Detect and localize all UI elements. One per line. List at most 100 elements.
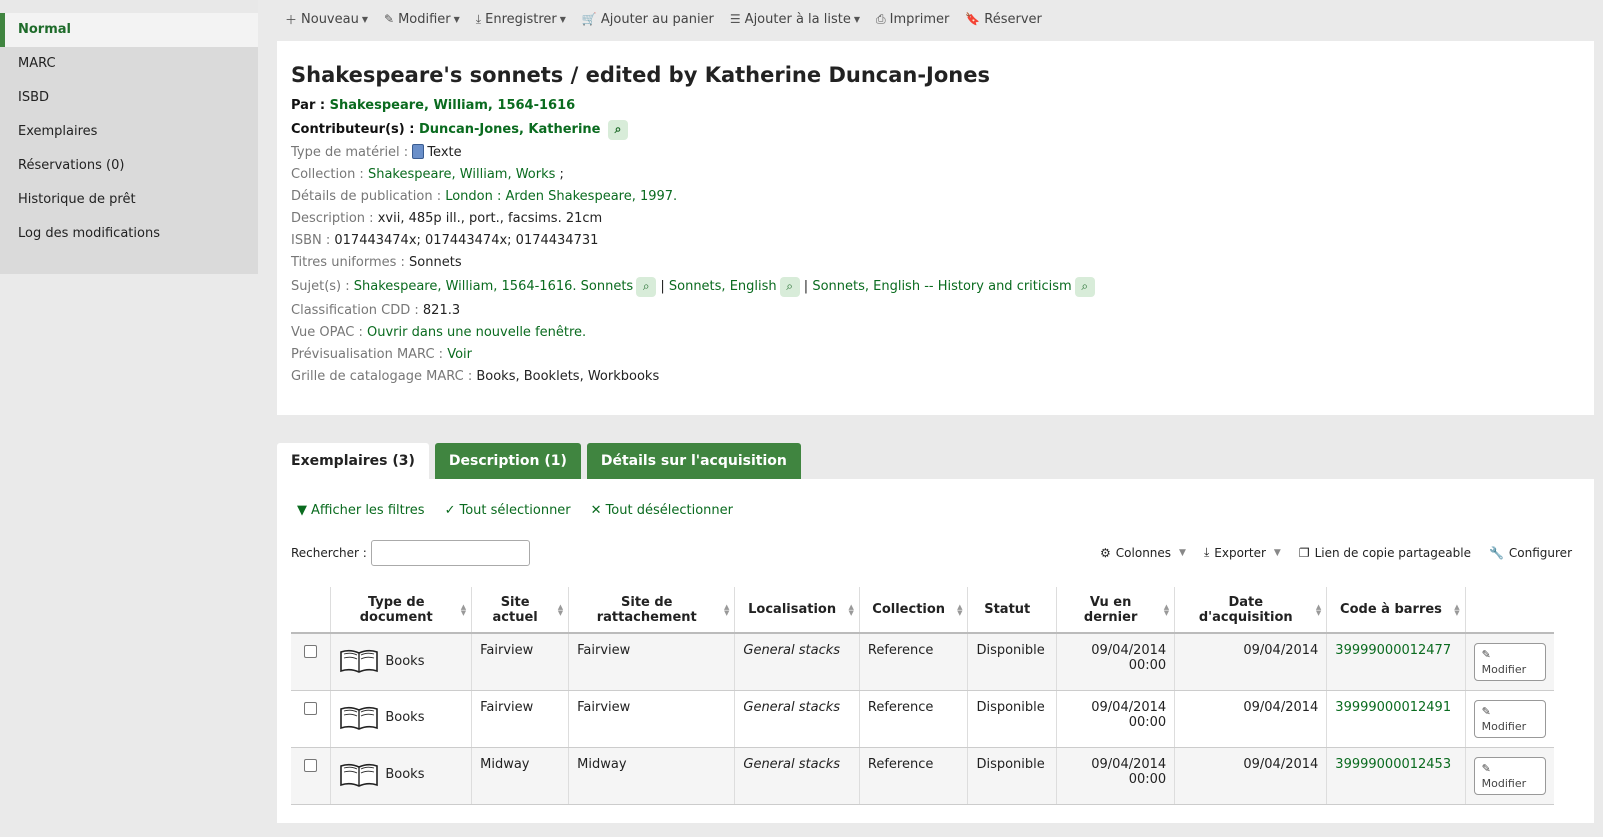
sidebar-item-exemplaires[interactable]: Exemplaires <box>0 115 258 149</box>
subject-link[interactable]: Shakespeare, William, 1564-1616. Sonnets <box>354 279 633 294</box>
items-panel: ▼ Afficher les filtres ✓ Tout sélectionner… <box>277 479 1594 823</box>
edit-label: Modifier <box>1481 776 1527 790</box>
itype-label: Books <box>385 653 425 669</box>
printer-icon: ⎙ <box>876 11 886 26</box>
header-checkbox <box>291 587 331 634</box>
row-checkbox[interactable] <box>304 701 318 715</box>
itype: Books <box>339 648 463 674</box>
columns-button[interactable]: ⚙ Colonnes ▼ <box>1100 545 1186 560</box>
publication-link[interactable]: London : Arden Shakespeare, 1997. <box>445 189 677 204</box>
status-cell: Disponible <box>967 747 1057 805</box>
sidebar-item-marc[interactable]: MARC <box>0 47 258 81</box>
enregistrer-button[interactable]: ⤓ Enregistrer ▼ <box>468 0 574 38</box>
configure-button[interactable]: 🔧 Configurer <box>1489 545 1572 560</box>
edit-item-button[interactable]: ✎ Modifier <box>1473 699 1546 738</box>
header-last-seen[interactable]: Vu en dernier ▲ ▼ <box>1056 587 1175 634</box>
publication-line: Détails de publication : London : Arden … <box>291 186 1580 208</box>
nouveau-button[interactable]: ＋ Nouveau ▼ <box>277 0 376 38</box>
last-seen-date: 09/04/2014 <box>1091 643 1167 658</box>
reserver-button[interactable]: 🔖 Réserver <box>957 0 1050 38</box>
material-type-label: Type de matériel : <box>291 145 409 160</box>
copy-icon: ❐ <box>1298 545 1310 560</box>
contributor-link[interactable]: Duncan-Jones, Katherine <box>419 122 601 137</box>
sidebar-item-log[interactable]: Log des modifications <box>0 217 258 251</box>
sidebar-item-isbd[interactable]: ISBD <box>0 81 258 115</box>
cart-icon: 🛒 <box>581 12 597 26</box>
tab-exemplaires[interactable]: Exemplaires (3) <box>277 443 429 479</box>
sidebar-item-reservations[interactable]: Réservations (0) <box>0 149 258 183</box>
barcode-link[interactable]: 39999000012491 <box>1335 700 1451 715</box>
header-itype[interactable]: Type de document ▲ ▼ <box>330 587 472 634</box>
opac-link[interactable]: Ouvrir dans une nouvelle fenêtre. <box>367 325 586 340</box>
edit-item-button[interactable]: ✎ Modifier <box>1473 756 1546 795</box>
search-input[interactable] <box>370 540 530 566</box>
cdd-line: Classification CDD : 821.3 <box>291 300 1580 322</box>
chevron-down-icon: ▼ <box>559 14 566 24</box>
barcode-link[interactable]: 39999000012453 <box>1335 757 1451 772</box>
sidebar-item-historique[interactable]: Historique de prêt <box>0 183 258 217</box>
search-label: Rechercher : <box>291 546 367 560</box>
export-button[interactable]: ⤓ Exporter ▼ <box>1204 545 1281 560</box>
uniform-title-label: Titres uniformes : <box>291 255 405 270</box>
subject-link[interactable]: Sonnets, English -- History and criticis… <box>812 279 1071 294</box>
barcode-link[interactable]: 39999000012477 <box>1335 643 1451 658</box>
table-row: Books Midway Midway General stacks Refer… <box>291 747 1554 805</box>
tab-acquisition[interactable]: Détails sur l'acquisition <box>586 443 801 479</box>
header-status[interactable]: Statut <box>967 587 1057 634</box>
last-seen-cell: 09/04/2014 00:00 <box>1056 690 1175 748</box>
subject-link[interactable]: Sonnets, English <box>669 279 777 294</box>
header-location[interactable]: Localisation ▲ ▼ <box>734 587 860 634</box>
edit-cell: ✎ Modifier <box>1464 633 1554 691</box>
table-header-row: Type de document ▲ ▼ Site actuel ▲ ▼ Site de… <box>291 587 1554 634</box>
sidebar-item-normal[interactable]: Normal <box>0 13 258 47</box>
modifier-button[interactable]: ✎ Modifier ▼ <box>376 0 468 38</box>
collection-link[interactable]: Shakespeare, William, Works <box>368 167 555 182</box>
imprimer-button[interactable]: ⎙ Imprimer <box>868 0 957 38</box>
contributor-label: Contributeur(s) : <box>291 122 415 137</box>
edit-item-button[interactable]: ✎ Modifier <box>1473 643 1546 681</box>
panier-button[interactable]: 🛒 Ajouter au panier <box>574 0 722 38</box>
row-checkbox-cell <box>291 747 331 805</box>
acquired-cell: 09/04/2014 <box>1174 747 1327 805</box>
header-home-site[interactable]: Site de rattachement ▲ ▼ <box>568 587 735 634</box>
header-label: Localisation <box>748 602 837 617</box>
search-icon[interactable]: ⌕ <box>608 119 629 140</box>
row-checkbox[interactable] <box>304 645 318 658</box>
header-barcode[interactable]: Code à barres ▲ ▼ <box>1326 587 1466 634</box>
last-seen-date: 09/04/2014 <box>1091 699 1167 715</box>
filter-icon: ▼ <box>297 503 307 518</box>
sort-icon: ▲ ▼ <box>957 603 963 617</box>
header-collection[interactable]: Collection ▲ ▼ <box>858 587 968 634</box>
record-title: Shakespeare's sonnets / edited by Kather… <box>291 63 990 87</box>
framework-line: Grille de catalogage MARC : Books, Bookl… <box>291 366 1580 388</box>
author-link[interactable]: Shakespeare, William, 1564-1616 <box>330 98 576 113</box>
show-filters-label: Afficher les filtres <box>311 503 425 518</box>
show-filters-link[interactable]: ▼ Afficher les filtres <box>297 503 425 518</box>
search-icon[interactable]: ⌕ <box>636 276 657 297</box>
copy-link-button[interactable]: ❐ Lien de copie partageable <box>1299 545 1471 560</box>
search-icon[interactable]: ⌕ <box>779 276 800 297</box>
check-icon: ✓ <box>444 503 456 518</box>
subjects-label: Sujet(s) : <box>291 279 350 294</box>
search-icon[interactable]: ⌕ <box>1074 276 1095 297</box>
header-current-site[interactable]: Site actuel ▲ ▼ <box>471 587 569 634</box>
header-acquired[interactable]: Date d'acquisition ▲ ▼ <box>1174 587 1327 634</box>
itype: Books <box>339 705 463 731</box>
tab-bar: Exemplaires (3) Description (1) Détails … <box>277 443 801 479</box>
last-seen-cell: 09/04/2014 00:00 <box>1056 633 1175 691</box>
last-seen-time: 00:00 <box>1128 771 1167 787</box>
framework-value: Books, Booklets, Workbooks <box>476 369 660 384</box>
select-all-link[interactable]: ✓ Tout sélectionner <box>445 503 571 518</box>
book-icon <box>412 144 425 159</box>
open-book-icon <box>340 706 379 730</box>
header-label: Vu en dernier <box>1083 594 1138 625</box>
chevron-down-icon: ▼ <box>1179 547 1186 558</box>
marc-preview-link[interactable]: Voir <box>447 347 472 362</box>
material-type-line: Type de matériel : Texte <box>291 142 1580 164</box>
deselect-all-link[interactable]: ✕ Tout désélectionner <box>591 503 733 518</box>
sort-icon: ▲ ▼ <box>460 603 467 617</box>
cdd-value: 821.3 <box>422 303 461 318</box>
liste-button[interactable]: ☰ Ajouter à la liste ▼ <box>722 0 868 38</box>
tab-description[interactable]: Description (1) <box>434 443 581 479</box>
row-checkbox[interactable] <box>304 758 318 772</box>
